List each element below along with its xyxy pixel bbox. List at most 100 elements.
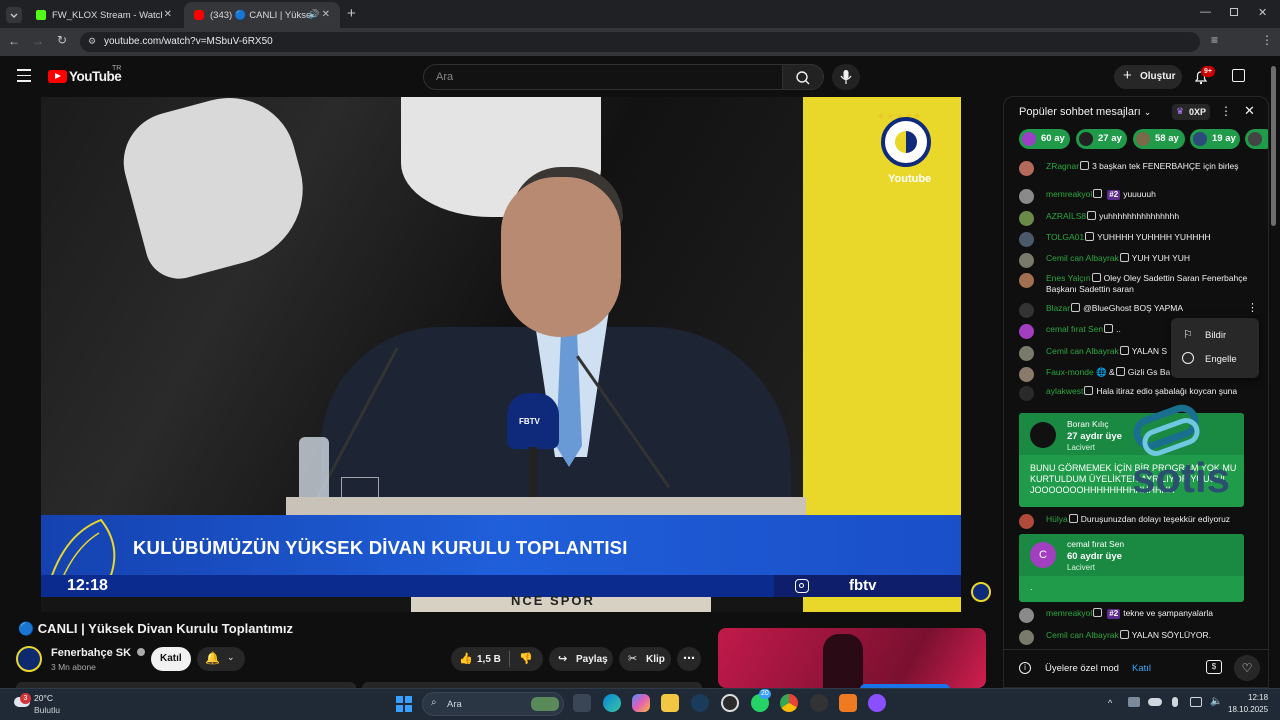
- restore-icon[interactable]: [1230, 8, 1238, 16]
- ad-banner[interactable]: [718, 628, 986, 688]
- microphone-tray-icon[interactable]: [1172, 697, 1178, 707]
- footer-join-link[interactable]: Katıl: [1132, 663, 1151, 674]
- info-icon[interactable]: i: [1019, 662, 1031, 674]
- taskbar-search[interactable]: ⌕ Ara: [422, 692, 564, 716]
- chat-message[interactable]: memreakyol #2 yuuuuuh: [1019, 189, 1251, 204]
- task-view-icon[interactable]: [573, 694, 591, 712]
- block-menu-item[interactable]: Engelle: [1205, 354, 1237, 365]
- steam-icon[interactable]: [691, 694, 709, 712]
- system-date[interactable]: 18.10.2025: [1228, 705, 1268, 714]
- audio-icon[interactable]: 🔊: [308, 9, 319, 20]
- minimize-icon[interactable]: —: [1200, 6, 1211, 18]
- membership-message-card[interactable]: C cemal fırat Sen 60 aydır üye Lacivert …: [1019, 534, 1244, 602]
- voice-search-button[interactable]: [832, 64, 860, 90]
- whatsapp-icon[interactable]: 20: [751, 689, 771, 712]
- chrome-icon[interactable]: [780, 694, 798, 712]
- channel-watermark-icon[interactable]: [971, 582, 991, 602]
- windows-start-icon[interactable]: [396, 696, 412, 712]
- close-window-icon[interactable]: ✕: [1258, 6, 1267, 19]
- author-name[interactable]: Hülya: [1046, 514, 1068, 524]
- hamburger-menu-icon[interactable]: [17, 69, 31, 82]
- chat-message[interactable]: Cemil can Albayrak YALAN SÖYLÜYOR.: [1019, 630, 1251, 645]
- chat-message[interactable]: AZRAİLS8 yuhhhhhhhhhhhhhhh: [1019, 211, 1251, 226]
- chat-message[interactable]: Cemil can Albayrak YUH YUH YUH: [1019, 253, 1251, 268]
- back-icon[interactable]: ←: [8, 34, 20, 48]
- tab-search-button[interactable]: [6, 7, 22, 23]
- tray-app-icon[interactable]: [1128, 697, 1140, 707]
- author-name[interactable]: memreakyol: [1046, 608, 1092, 618]
- chat-message[interactable]: aylakwest Hala itiraz edio şabalağı koyca…: [1019, 386, 1251, 401]
- apps-grid-icon[interactable]: [1232, 69, 1245, 82]
- edge-icon[interactable]: [603, 694, 621, 712]
- author-name[interactable]: Blazar: [1046, 303, 1070, 313]
- ticker-19-ay[interactable]: 19 ay: [1190, 129, 1240, 149]
- subscribe-bell-button[interactable]: 🔔 ⌄: [197, 647, 245, 671]
- ticker-58-ay[interactable]: 58 ay: [1133, 129, 1185, 149]
- member-author[interactable]: Boran Kılıç: [1067, 419, 1109, 429]
- copilot-icon[interactable]: [632, 694, 650, 712]
- message-more-icon[interactable]: ⋮: [1247, 303, 1258, 314]
- search-input[interactable]: Ara: [423, 64, 783, 90]
- network-icon[interactable]: [1190, 697, 1202, 707]
- heart-icon[interactable]: ♡: [1234, 655, 1260, 681]
- system-tray-chevron-icon[interactable]: ^: [1108, 698, 1112, 708]
- chat-message[interactable]: ZRagnar 3 başkan tek FENERBAHÇE için birl…: [1019, 161, 1251, 176]
- page-scrollbar[interactable]: [1271, 66, 1276, 226]
- chat-message[interactable]: TOLGA01 YUHHHH YUHHHH YUHHHH: [1019, 232, 1251, 247]
- xp-badge[interactable]: ♛ 0XP: [1172, 104, 1210, 120]
- like-button[interactable]: 👍 1,5 B: [451, 647, 509, 671]
- author-name[interactable]: Cemil can Albayrak: [1046, 630, 1119, 640]
- chat-message[interactable]: Hülya Duruşunuzdan dolayı teşekkür ediyor…: [1019, 514, 1251, 529]
- author-name[interactable]: AZRAİLS8: [1046, 211, 1086, 221]
- system-time[interactable]: 12:18: [1248, 693, 1268, 702]
- author-name[interactable]: ZRagnar: [1046, 161, 1079, 171]
- author-name[interactable]: aylakwest: [1046, 386, 1083, 396]
- forward-icon[interactable]: →: [32, 34, 44, 48]
- file-explorer-icon[interactable]: [661, 694, 679, 712]
- close-icon[interactable]: ✕: [164, 9, 172, 20]
- tab-fw-klox[interactable]: FW_KLOX Stream - Watch Live o ✕: [26, 2, 182, 28]
- reading-list-icon[interactable]: ≡: [1211, 33, 1218, 47]
- chat-mode-dropdown[interactable]: Popüler sohbet mesajları ⌄: [1019, 106, 1151, 118]
- chat-more-icon[interactable]: ⋮: [1220, 104, 1232, 118]
- author-name[interactable]: Enes Yalçın: [1046, 273, 1091, 283]
- join-button[interactable]: Katıl: [151, 647, 191, 671]
- create-button[interactable]: + Oluştur: [1114, 65, 1182, 89]
- close-icon[interactable]: ✕: [322, 9, 330, 20]
- clip-button[interactable]: ✂ Klip: [619, 647, 671, 671]
- super-chat-icon[interactable]: $: [1206, 660, 1222, 674]
- ticker-27-ay[interactable]: 27 ay: [1076, 129, 1127, 149]
- volume-icon[interactable]: 🔈: [1210, 696, 1222, 707]
- ticker-partial[interactable]: [1245, 129, 1268, 149]
- new-tab-button[interactable]: +: [347, 5, 356, 22]
- author-name[interactable]: TOLGA01: [1046, 232, 1084, 242]
- member-author[interactable]: cemal fırat Sen: [1067, 539, 1124, 549]
- app-icon-purple[interactable]: [868, 694, 886, 712]
- channel-avatar[interactable]: [16, 646, 42, 672]
- author-name[interactable]: Cemil can Albayrak: [1046, 346, 1119, 356]
- author-name[interactable]: memreakyol: [1046, 189, 1092, 199]
- onedrive-icon[interactable]: [1148, 698, 1162, 706]
- author-name[interactable]: Cemil can Albayrak: [1046, 253, 1119, 263]
- notifications-button[interactable]: 9+: [1193, 66, 1215, 85]
- video-player[interactable]: ★★★★★ Youtube FBTV KULÜBÜMÜZÜN YÜKSEK Dİ…: [41, 97, 961, 612]
- more-actions-button[interactable]: ⋯: [677, 647, 701, 671]
- chrome-profile-icon[interactable]: [810, 694, 828, 712]
- channel-name[interactable]: Fenerbahçe SK: [51, 647, 146, 659]
- ticker-60-ay[interactable]: 60 ay: [1019, 129, 1070, 149]
- tab-youtube-live[interactable]: (343) 🔵 CANLI | Yüksek Di 🔊 ✕: [184, 2, 340, 28]
- site-info-icon[interactable]: ⚙: [88, 36, 96, 47]
- obs-icon[interactable]: [721, 694, 739, 712]
- dislike-button[interactable]: 👎: [513, 647, 543, 671]
- browser-menu-icon[interactable]: ⋮: [1261, 33, 1273, 47]
- close-chat-icon[interactable]: ✕: [1244, 103, 1255, 119]
- app-icon-orange[interactable]: [839, 694, 857, 712]
- report-menu-item[interactable]: Bildir: [1205, 330, 1226, 341]
- reload-icon[interactable]: ↻: [57, 33, 67, 47]
- chat-message[interactable]: memreakyol #2 tekne ve şampanyalarla: [1019, 608, 1251, 623]
- chat-message[interactable]: Blazar @BlueGhost BOŞ YAPMA ⋮: [1019, 303, 1258, 318]
- share-button[interactable]: ↪ Paylaş: [549, 647, 613, 671]
- search-button[interactable]: [782, 64, 824, 90]
- chat-message[interactable]: Enes Yalçın Oley Oley Sadettin Saran Fene…: [1019, 273, 1251, 294]
- author-name[interactable]: Faux-monde: [1046, 367, 1094, 377]
